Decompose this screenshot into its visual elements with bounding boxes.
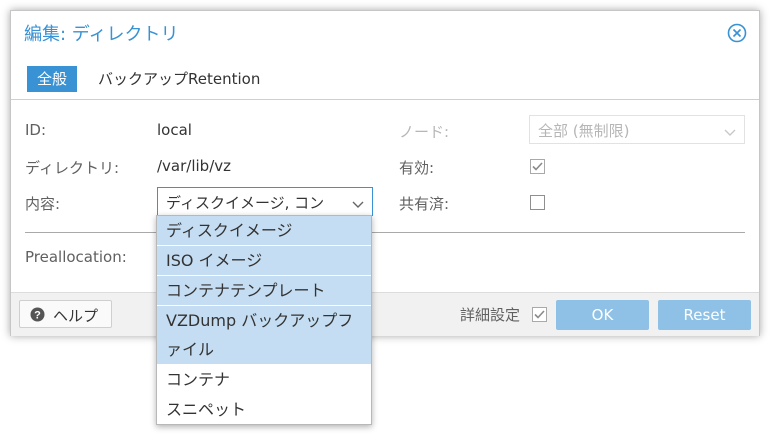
option-container-template[interactable]: コンテナテンプレート	[157, 276, 371, 305]
help-button-label: ヘルプ	[53, 307, 99, 325]
content-label: 内容:	[25, 195, 61, 213]
advanced-checkbox[interactable]	[532, 307, 547, 322]
enabled-checkbox[interactable]	[530, 159, 545, 174]
edit-directory-dialog: 編集: ディレクトリ 全般 バックアップRetention ID: local …	[10, 10, 760, 336]
tab-general[interactable]: 全般	[27, 66, 78, 92]
tab-bar: 全般 バックアップRetention	[11, 63, 759, 100]
divider	[25, 232, 745, 233]
option-iso-image[interactable]: ISO イメージ	[157, 246, 371, 275]
option-disk-image[interactable]: ディスクイメージ	[157, 216, 371, 245]
tab-backup-retention[interactable]: バックアップRetention	[88, 66, 270, 92]
node-combobox: 全部 (無制限)	[529, 115, 745, 144]
dialog-title: 編集: ディレクトリ	[24, 24, 179, 45]
node-label: ノード:	[399, 123, 450, 141]
content-combobox-value: ディスクイメージ, コン	[166, 194, 325, 212]
directory-label: ディレクトリ:	[25, 159, 120, 177]
preallocation-label: Preallocation:	[25, 248, 127, 266]
shared-checkbox[interactable]	[530, 195, 545, 210]
dialog-footer: ? ヘルプ 詳細設定 OK Reset	[11, 292, 759, 336]
svg-text:?: ?	[34, 310, 41, 322]
shared-label: 共有済:	[399, 195, 450, 213]
chevron-down-icon[interactable]	[352, 196, 364, 214]
node-combobox-value: 全部 (無制限)	[538, 122, 630, 140]
content-dropdown-list: ディスクイメージ ISO イメージ コンテナテンプレート VZDump バックア…	[156, 215, 372, 425]
advanced-label: 詳細設定	[460, 306, 521, 324]
option-vzdump-backup[interactable]: VZDump バックアップフ	[157, 306, 371, 335]
option-vzdump-backup-cont[interactable]: ァイル	[157, 335, 371, 364]
question-circle-icon: ?	[30, 307, 45, 322]
option-snippets[interactable]: スニペット	[157, 395, 371, 424]
option-container[interactable]: コンテナ	[157, 365, 371, 394]
id-value: local	[157, 121, 192, 139]
help-button[interactable]: ? ヘルプ	[19, 300, 112, 328]
chevron-down-icon	[724, 124, 736, 142]
close-icon[interactable]	[727, 23, 747, 43]
enabled-label: 有効:	[399, 159, 435, 177]
directory-value: /var/lib/vz	[157, 157, 232, 175]
ok-button[interactable]: OK	[556, 300, 649, 330]
checkmark-icon	[534, 310, 545, 319]
id-label: ID:	[25, 121, 47, 139]
checkmark-icon	[532, 162, 543, 171]
content-combobox[interactable]: ディスクイメージ, コン	[157, 187, 373, 216]
reset-button[interactable]: Reset	[658, 300, 751, 330]
